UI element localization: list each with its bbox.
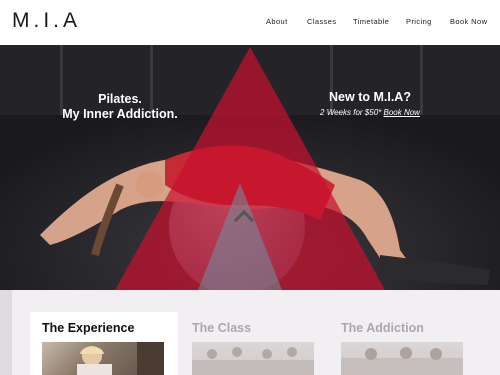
promo-book-now-link[interactable]: Book Now bbox=[383, 108, 419, 117]
promo-title: New to M.I.A? bbox=[329, 90, 411, 104]
tagline-line-2: My Inner Addiction. bbox=[62, 107, 178, 121]
hero-tagline: Pilates. My Inner Addiction. bbox=[0, 92, 240, 122]
tab-label: The Class bbox=[192, 321, 252, 335]
nav-classes[interactable]: Classes bbox=[307, 17, 336, 26]
site-header: M.I.A About Classes Timetable Pricing Bo… bbox=[0, 0, 500, 45]
promo-offer: 2 Weeks for $50* bbox=[320, 108, 384, 117]
hero-banner: Pilates. My Inner Addiction. New to M.I.… bbox=[0, 45, 500, 290]
tab-the-addiction[interactable]: The Addiction bbox=[329, 312, 477, 375]
tab-the-experience[interactable]: The Experience bbox=[30, 312, 178, 375]
nav-pricing[interactable]: Pricing bbox=[406, 17, 432, 26]
experience-thumbnail bbox=[42, 342, 164, 375]
mia-logo[interactable]: M.I.A bbox=[12, 9, 81, 33]
nav-about[interactable]: About bbox=[266, 17, 288, 26]
feature-tabs: The Experience The Class The Addiction bbox=[0, 290, 500, 375]
nav-timetable[interactable]: Timetable bbox=[353, 17, 389, 26]
tab-the-class[interactable]: The Class bbox=[180, 312, 328, 375]
promo-block: New to M.I.A? 2 Weeks for $50* Book Now bbox=[300, 90, 440, 117]
class-thumbnail bbox=[192, 342, 314, 375]
nav-book-now[interactable]: Book Now bbox=[450, 17, 487, 26]
tab-label: The Addiction bbox=[341, 321, 424, 335]
tab-label: The Experience bbox=[42, 321, 135, 335]
hero-image bbox=[0, 45, 500, 290]
tagline-line-1: Pilates. bbox=[98, 92, 142, 106]
promo-offer-line: 2 Weeks for $50* Book Now bbox=[300, 108, 440, 117]
addiction-thumbnail bbox=[341, 342, 463, 375]
